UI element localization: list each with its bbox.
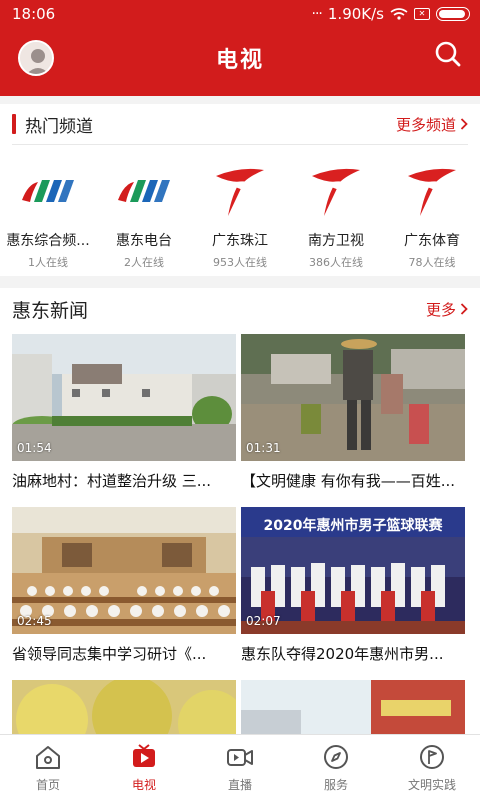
nav-live[interactable]: 直播 [192, 735, 288, 800]
flag-icon [420, 745, 444, 769]
guangdong-tv-logo-icon [216, 168, 264, 216]
live-camera-icon [227, 749, 253, 766]
channel-name: 惠东电台 [116, 233, 172, 249]
channel-item[interactable]: 广东体育 78人在线 [384, 160, 480, 270]
news-card[interactable]: 01:31 【文明健康 有你有我——百姓... [241, 334, 465, 491]
news-section: 惠东新闻 更多 01:54 油麻地村：村道整治升级 三... 01:31 【文明… [0, 288, 480, 734]
nav-home[interactable]: 首页 [0, 735, 96, 800]
divider [12, 144, 468, 145]
news-title: 惠东新闻 [12, 299, 89, 322]
guangdong-tv-logo-icon [408, 168, 456, 216]
bottom-nav: 首页 电视 直播 服务 文明实践 [0, 734, 480, 800]
channel-online-count: 78人在线 [408, 256, 456, 269]
news-thumbnail[interactable]: 01:54 [12, 334, 236, 461]
header: 电视 [0, 28, 480, 96]
news-card[interactable]: 02:45 省领导同志集中学习研讨《... [12, 507, 236, 664]
channel-online-count: 953人在线 [213, 256, 267, 269]
nav-label: 电视 [131, 778, 156, 792]
video-duration: 02:07 [246, 614, 281, 628]
nav-service[interactable]: 服务 [288, 735, 384, 800]
nav-civilization-practice[interactable]: 文明实践 [384, 735, 480, 800]
video-duration: 01:31 [246, 441, 281, 455]
more-channels-link[interactable]: 更多频道 [396, 114, 468, 135]
chevron-right-icon [460, 303, 468, 315]
section-divider [0, 276, 480, 288]
news-card-title[interactable]: 油麻地村：村道整治升级 三... [12, 471, 236, 491]
section-divider [0, 96, 480, 104]
channel-list: 惠东综合频... 1人在线 惠东电台 2人在线 广东珠江 953人在线 南方卫视… [0, 160, 480, 270]
news-thumbnail[interactable]: 01:31 [241, 334, 465, 461]
nav-label: 服务 [323, 778, 348, 792]
news-card[interactable]: 01:54 油麻地村：村道整治升级 三... [12, 334, 236, 491]
news-thumbnail[interactable] [12, 680, 236, 734]
hot-channels-title: 热门频道 [12, 112, 93, 137]
more-news-link[interactable]: 更多 [426, 299, 468, 320]
fruit-image [12, 680, 236, 734]
nav-label: 直播 [227, 778, 252, 792]
home-icon [36, 746, 60, 769]
nav-tv[interactable]: 电视 [96, 735, 192, 800]
news-card[interactable] [12, 680, 236, 734]
status-icons: ··· 1.90K/s ✕ [312, 5, 470, 23]
hot-channels-label: 热门频道 [25, 116, 93, 137]
avatar[interactable] [18, 40, 54, 76]
hot-channels-header: 热门频道 更多频道 [0, 104, 480, 144]
nav-label: 首页 [35, 778, 60, 792]
channel-online-count: 386人在线 [309, 256, 363, 269]
channel-online-count: 1人在线 [28, 256, 68, 269]
nav-label: 文明实践 [407, 778, 456, 792]
video-duration: 02:45 [17, 614, 52, 628]
more-channels-label: 更多频道 [395, 115, 456, 134]
channel-online-count: 2人在线 [124, 256, 164, 269]
chevron-right-icon [460, 118, 468, 130]
news-card-title[interactable]: 省领导同志集中学习研讨《... [12, 644, 236, 664]
channel-name: 广东珠江 [212, 233, 268, 249]
hot-channels-section: 热门频道 更多频道 惠东综合频... 1人在线 惠东电台 2人在线 广东珠江 9… [0, 104, 480, 276]
tv-icon [133, 744, 155, 767]
news-thumbnail[interactable]: 02:45 [12, 507, 236, 634]
channel-name: 广东体育 [404, 233, 460, 249]
news-card-title[interactable]: 【文明健康 有你有我——百姓... [241, 471, 465, 491]
guangdong-tv-logo-icon [312, 168, 360, 216]
signal-dots: ··· [311, 6, 323, 22]
channel-item[interactable]: 惠东电台 2人在线 [96, 160, 192, 270]
network-speed: 1.90K/s [327, 5, 384, 23]
huidong-logo-icon [22, 180, 74, 202]
video-duration: 01:54 [17, 441, 52, 455]
city-street-image [241, 680, 465, 734]
channel-item[interactable]: 南方卫视 386人在线 [288, 160, 384, 270]
tournament-banner: 2020年惠州市男子篮球联赛 [263, 518, 443, 534]
channel-name: 惠东综合频... [6, 233, 90, 249]
news-thumbnail[interactable] [241, 680, 465, 734]
status-time: 18:06 [12, 5, 56, 23]
news-card[interactable]: 2020年惠州市男子篮球联赛 02:07 惠东队夺得2020年惠州市男... [241, 507, 465, 664]
user-avatar-icon [20, 42, 52, 74]
news-card[interactable] [241, 680, 465, 734]
huidong-logo-icon [118, 180, 170, 202]
search-icon[interactable] [432, 38, 464, 70]
page-title: 电视 [215, 48, 264, 73]
sim-icon: ✕ [414, 8, 430, 20]
news-header: 惠东新闻 更多 [0, 288, 480, 330]
more-news-label: 更多 [425, 300, 456, 319]
battery-icon [436, 7, 470, 21]
news-grid: 01:54 油麻地村：村道整治升级 三... 01:31 【文明健康 有你有我—… [12, 334, 468, 734]
channel-name: 南方卫视 [308, 233, 364, 249]
compass-icon [324, 745, 348, 769]
top-bar: 18:06 ··· 1.90K/s ✕ 电视 [0, 0, 480, 96]
wifi-icon [390, 8, 408, 20]
status-bar: 18:06 ··· 1.90K/s ✕ [0, 0, 480, 28]
channel-item[interactable]: 广东珠江 953人在线 [192, 160, 288, 270]
news-card-title[interactable]: 惠东队夺得2020年惠州市男... [241, 644, 465, 664]
channel-item[interactable]: 惠东综合频... 1人在线 [0, 160, 96, 270]
news-thumbnail[interactable]: 2020年惠州市男子篮球联赛 02:07 [241, 507, 465, 634]
title-accent-bar [12, 114, 16, 134]
